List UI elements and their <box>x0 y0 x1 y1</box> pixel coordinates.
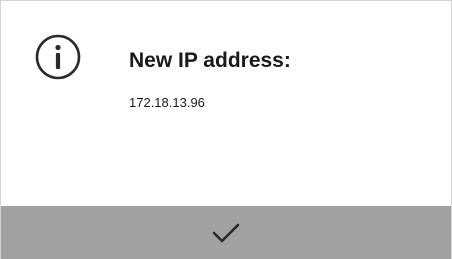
checkmark-icon <box>212 223 240 243</box>
dialog-title: New IP address: <box>129 49 291 72</box>
ip-address-dialog: New IP address: 172.18.13.96 <box>0 0 452 259</box>
ip-address-value: 172.18.13.96 <box>129 95 205 110</box>
confirm-button[interactable] <box>1 206 451 259</box>
info-icon <box>35 34 81 80</box>
